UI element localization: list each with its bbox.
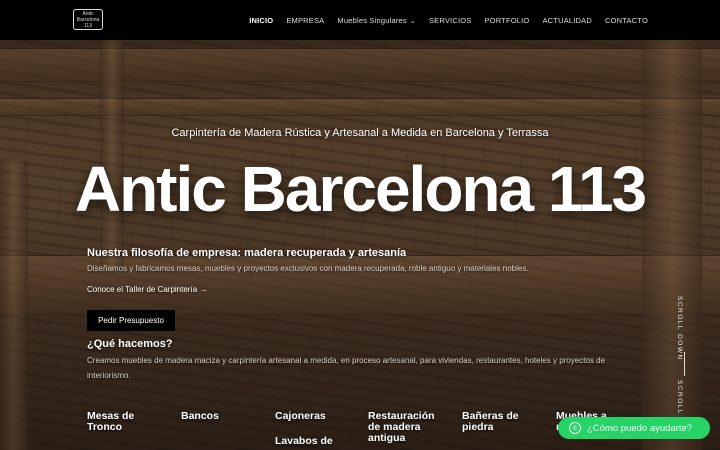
whatsapp-chat-button[interactable]: ✆ ¿Cómo puedo ayudarte?	[558, 417, 710, 439]
philosophy-heading: Nuestra filosofía de empresa: madera rec…	[87, 247, 407, 259]
site-header: Antic Barcelona 113 INICIO EMPRESA Muebl…	[0, 0, 720, 40]
nav-item-empresa[interactable]: EMPRESA	[286, 16, 324, 25]
what-text: Creamos muebles de madera maciza y carpi…	[87, 356, 606, 380]
philosophy-section: Nuestra filosofía de empresa: madera rec…	[87, 247, 627, 294]
category-cajoneras[interactable]: Cajoneras	[275, 411, 355, 422]
workshop-link[interactable]: Conoce el Taller de Carpintería →	[87, 285, 627, 294]
category-bancos[interactable]: Bancos	[181, 411, 261, 422]
category-baneras-de-piedra[interactable]: Bañeras de piedra	[462, 411, 542, 433]
philosophy-text: Diseñamos y fabricamos mesas, muebles y …	[87, 264, 529, 273]
scroll-label[interactable]: SCROLL	[676, 380, 683, 415]
scroll-line	[684, 352, 685, 376]
request-quote-button[interactable]: Pedir Presupuesto	[87, 310, 175, 331]
nav-item-actualidad[interactable]: ACTUALIDAD	[542, 16, 592, 25]
what-heading: ¿Qué hacemos?	[87, 338, 173, 350]
nav-item-inicio[interactable]: INICIO	[249, 16, 273, 25]
nav-item-portfolio[interactable]: PORTFOLIO	[484, 16, 529, 25]
wood-post	[642, 40, 702, 450]
scroll-down-label[interactable]: SCROLL DOWN	[676, 296, 683, 361]
hero-title: Antic Barcelona 113	[74, 153, 647, 225]
category-restauracion[interactable]: Restauración de madera antigua	[368, 411, 448, 444]
what-section: ¿Qué hacemos? Creamos muebles de madera …	[87, 338, 627, 383]
nav-item-muebles-singulares[interactable]: Muebles Singulares ⌄	[337, 16, 416, 25]
category-mesas-de-tronco[interactable]: Mesas de Tronco	[87, 411, 167, 433]
nav-item-contacto[interactable]: CONTACTO	[605, 16, 648, 25]
nav-item-servicios[interactable]: SERVICIOS	[429, 16, 472, 25]
hero-subtitle: Carpintería de Madera Rústica y Artesana…	[171, 127, 549, 139]
chevron-down-icon: ⌄	[409, 17, 416, 25]
site-logo[interactable]: Antic Barcelona 113	[73, 9, 103, 30]
nav-item-label: Muebles Singulares	[337, 15, 407, 25]
logo-text: Antic Barcelona 113	[76, 10, 100, 29]
category-lavabos[interactable]: Lavabos de	[275, 436, 355, 447]
main-nav: INICIO EMPRESA Muebles Singulares ⌄ SERVI…	[249, 0, 648, 40]
whatsapp-icon: ✆	[569, 422, 581, 434]
whatsapp-label: ¿Cómo puedo ayudarte?	[587, 422, 693, 434]
